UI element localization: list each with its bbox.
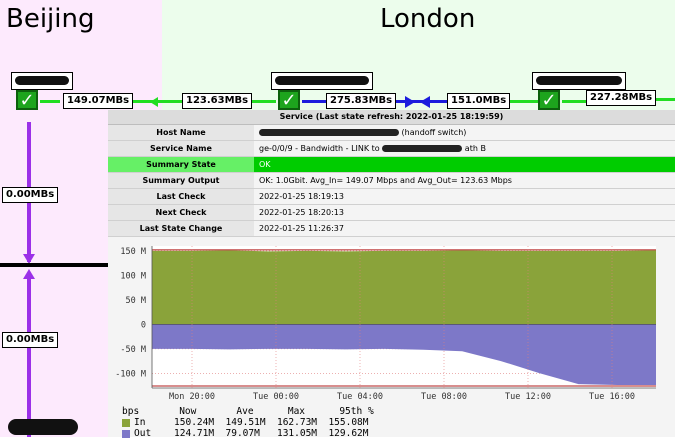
info-row-last-check: Last Check 2022-01-25 18:19:13 [108, 189, 675, 205]
link-line [388, 100, 448, 103]
check-icon[interactable]: ✓ [278, 90, 300, 111]
link-rate-label[interactable]: 227.28MBs [586, 90, 657, 106]
info-key: Summary Output [108, 173, 254, 188]
info-value: OK: 1.0Gbit. Avg_In= 149.07 Mbps and Avg… [254, 173, 675, 188]
legend-swatch-in [122, 418, 130, 427]
x-tick-label: Mon 20:00 [169, 392, 215, 402]
info-row-last-state-change: Last State Change 2022-01-25 11:26:37 [108, 221, 675, 237]
x-tick-label: Tue 00:00 [253, 392, 299, 402]
chart-legend: bps Now Ave Max 95th % In 150.24M 149.51… [122, 406, 374, 439]
info-row-next-check: Next Check 2022-01-25 18:20:13 [108, 205, 675, 221]
vertical-link-line [27, 277, 31, 437]
x-tick-label: Tue 04:00 [337, 392, 383, 402]
link-rate-label[interactable]: 149.07MBs [63, 93, 134, 109]
legend-swatch-out [122, 429, 130, 438]
y-tick-label: 50 M [126, 296, 146, 306]
info-key: Last State Change [108, 221, 254, 236]
host-label-beijing[interactable] [11, 72, 73, 90]
link-rate-label[interactable]: 151.0MBs [447, 93, 511, 109]
y-tick-label: 150 M [120, 247, 146, 257]
info-key: Last Check [108, 189, 254, 204]
info-row-host: Host Name (handoff switch) [108, 125, 675, 141]
host-label-london-right[interactable] [532, 72, 626, 90]
divider-line [0, 263, 108, 267]
link-rate-label[interactable]: 123.63MBs [182, 93, 253, 109]
status-badge: OK [254, 157, 675, 172]
link-arrow [150, 97, 158, 107]
link-rate-label[interactable]: 0.00MBs [2, 187, 59, 203]
y-tick-label: -50 M [120, 345, 146, 355]
check-icon[interactable]: ✓ [16, 90, 38, 111]
link-arrow [420, 96, 430, 108]
link-arrow [405, 96, 415, 108]
y-tick-label: 100 M [120, 271, 146, 281]
x-tick-label: Tue 12:00 [505, 392, 551, 402]
service-header: Service (Last state refresh: 2022-01-25 … [108, 110, 675, 125]
x-tick-label: Tue 08:00 [421, 392, 467, 402]
bandwidth-chart: 150 M 100 M 50 M 0 -50 M -100 M Mon 20:00 Tue 0… [115, 246, 656, 402]
info-value: (handoff switch) [254, 125, 675, 140]
link-line [302, 100, 328, 103]
region-label-beijing: Beijing [6, 4, 95, 34]
region-label-london: London [380, 4, 476, 34]
info-value: 2022-01-25 18:19:13 [254, 189, 675, 204]
y-tick-label: -100 M [115, 369, 146, 379]
info-value: ge-0/0/9 - Bandwidth - LINK to ath B [254, 141, 675, 156]
info-key: Summary State [108, 157, 254, 172]
legend-row-out: Out 124.71M 79.07M 131.05M 129.62M [122, 428, 374, 439]
service-info-table: Service (Last state refresh: 2022-01-25 … [108, 110, 675, 237]
link-rate-label[interactable]: 275.83MBs [326, 93, 397, 109]
bandwidth-graph: 150 M 100 M 50 M 0 -50 M -100 M Mon 20:00 Tue 0… [108, 238, 675, 439]
legend-header: bps Now Ave Max 95th % [122, 406, 374, 417]
host-label-london-center[interactable] [271, 72, 373, 90]
check-icon[interactable]: ✓ [538, 90, 560, 111]
info-key: Host Name [108, 125, 254, 140]
link-line [562, 100, 587, 103]
link-rate-label[interactable]: 0.00MBs [2, 332, 59, 348]
host-label-bottom[interactable] [8, 419, 78, 435]
info-row-service: Service Name ge-0/0/9 - Bandwidth - LINK… [108, 141, 675, 157]
info-value: 2022-01-25 11:26:37 [254, 221, 675, 236]
link-line [248, 100, 276, 103]
info-row-summary-output: Summary Output OK: 1.0Gbit. Avg_In= 149.… [108, 173, 675, 189]
series-area-in [152, 250, 656, 325]
info-key: Next Check [108, 205, 254, 220]
service-popup: Service (Last state refresh: 2022-01-25 … [108, 110, 675, 439]
legend-row-in: In 150.24M 149.51M 162.73M 155.08M [122, 417, 374, 428]
info-row-summary-state: Summary State OK [108, 157, 675, 173]
link-line [40, 100, 60, 103]
x-tick-label: Tue 16:00 [589, 392, 635, 402]
info-key: Service Name [108, 141, 254, 156]
info-value: 2022-01-25 18:20:13 [254, 205, 675, 220]
y-tick-label: 0 [141, 320, 146, 330]
